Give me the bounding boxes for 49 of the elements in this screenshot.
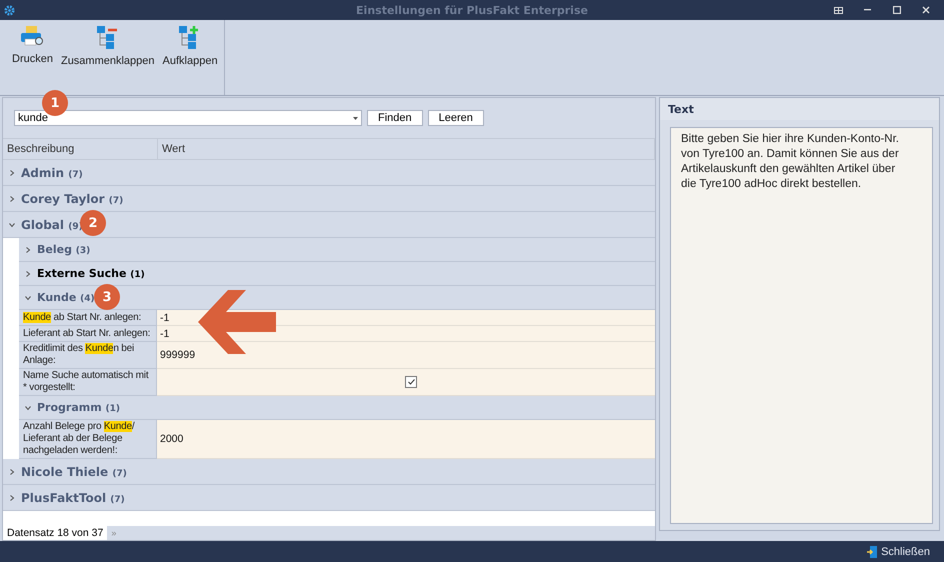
- column-header: Wert: [158, 139, 655, 159]
- caret-icon[interactable]: [353, 116, 358, 120]
- column-header: Beschreibung: [3, 139, 158, 159]
- record-counter: Datensatz 18 von 37: [3, 526, 108, 540]
- chevron-down-icon[interactable]: [25, 294, 31, 300]
- group-row[interactable]: PlusFaktTool (7): [3, 485, 655, 511]
- maximize-icon: [892, 6, 900, 14]
- action-button[interactable]: Finden: [367, 110, 423, 126]
- group-row[interactable]: Admin (7): [3, 160, 655, 186]
- panel-title: Text: [660, 98, 939, 120]
- minimize-icon: [864, 9, 872, 11]
- description-text: Bitte geben Sie hier ihre Kunden-Konto-Nr. von Tyre100 an. Damit können Sie aus der Artikelauskunft den gewählten Artikel über die Tyre100 adHoc direkt bestellen.: [670, 127, 933, 524]
- toolbar-button[interactable]: Drucken: [10, 22, 55, 72]
- setting-value[interactable]: -1: [160, 328, 170, 340]
- tree-minus-icon: [96, 25, 120, 49]
- group-row[interactable]: Beleg (3): [19, 238, 655, 262]
- grid-icon: [834, 6, 843, 14]
- chevron-right-icon[interactable]: [9, 468, 15, 474]
- checkbox[interactable]: [405, 376, 417, 388]
- group-row[interactable]: Nicole Thiele (7): [3, 459, 655, 485]
- action-button[interactable]: Leeren: [428, 110, 484, 126]
- close-button[interactable]: Schließen: [867, 546, 930, 558]
- setting-label: Anzahl Belege pro Kunde/ Lieferant ab der Belege nachgeladen werden!:: [19, 420, 157, 459]
- toolbar-button[interactable]: Zusammenklappen: [58, 22, 157, 72]
- setting-label: Kunde ab Start Nr. anlegen:: [19, 310, 157, 326]
- window-title: Einstellungen für PlusFakt Enterprise: [355, 4, 589, 16]
- chevron-right-icon[interactable]: [25, 270, 31, 276]
- chevron-right-icon[interactable]: [9, 170, 15, 176]
- setting-value[interactable]: -1: [160, 312, 170, 324]
- search-field[interactable]: kunde: [14, 110, 362, 126]
- chevron-right-icon[interactable]: [25, 246, 31, 252]
- toolbar-button[interactable]: Aufklappen: [160, 22, 220, 72]
- setting-label: Lieferant ab Start Nr. anlegen:: [19, 326, 157, 342]
- group-row[interactable]: Programm (1): [19, 396, 655, 420]
- group-row[interactable]: Corey Taylor (7): [3, 186, 655, 212]
- group-row[interactable]: Externe Suche (1): [19, 262, 655, 286]
- setting-label: Name Suche automatisch mit * vorgestellt:: [19, 369, 157, 396]
- setting-value[interactable]: 999999: [160, 349, 196, 361]
- printer-icon: [20, 25, 44, 47]
- setting-value[interactable]: 2000: [160, 433, 184, 445]
- step-marker: 1: [42, 90, 68, 116]
- checkmark-icon: [408, 379, 414, 385]
- chevron-right-icon[interactable]: [9, 196, 15, 202]
- chevron-down-icon[interactable]: [25, 404, 31, 410]
- door-exit-icon: [867, 546, 878, 558]
- chevron-right-icon[interactable]: [9, 494, 15, 500]
- chevron-down-icon[interactable]: [9, 222, 15, 228]
- gear-icon: [4, 4, 15, 16]
- close-icon: [922, 6, 930, 14]
